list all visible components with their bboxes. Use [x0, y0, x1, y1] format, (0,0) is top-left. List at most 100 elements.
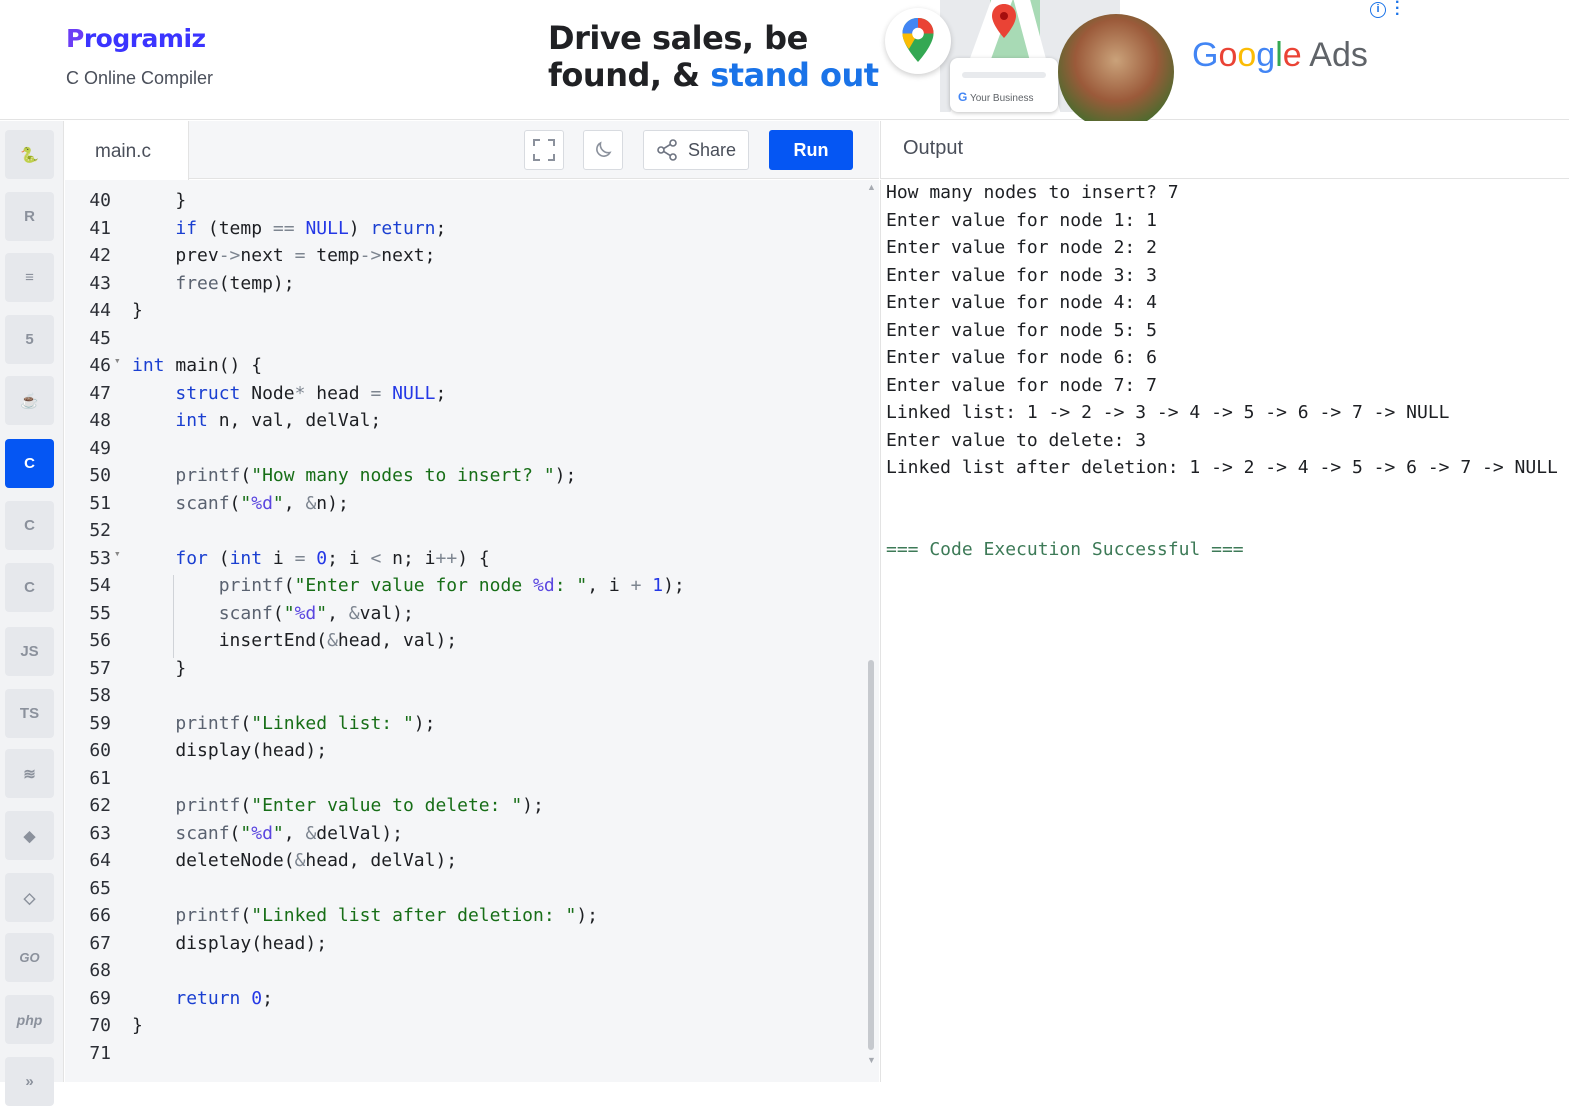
- code-line[interactable]: 66 printf("Linked list after deletion: "…: [65, 905, 865, 932]
- code-line[interactable]: 70}: [65, 1015, 865, 1042]
- sidebar-lang-php[interactable]: php: [5, 995, 54, 1044]
- code-text: int n, val, delVal;: [175, 410, 382, 431]
- sidebar-lang-js[interactable]: JS: [5, 627, 54, 676]
- code-line[interactable]: 61: [65, 768, 865, 795]
- code-line[interactable]: 53 ▾ for (int i = 0; i < n; i++) {: [65, 547, 865, 575]
- sidebar-lang-cpp[interactable]: C: [5, 501, 54, 550]
- code-line[interactable]: 62 printf("Enter value to delete: ");: [65, 795, 865, 822]
- programiz-logo[interactable]: Programiz: [66, 24, 206, 53]
- code-line[interactable]: 63 scanf("%d", &delVal);: [65, 823, 865, 850]
- code-line[interactable]: 55 scanf("%d", &val);: [65, 603, 865, 630]
- cpp-icon: C: [24, 517, 35, 534]
- ad-headline-line1: Drive sales, be: [548, 19, 808, 57]
- code-text: }: [132, 657, 187, 679]
- code-line[interactable]: 46 ▾ int main() {: [65, 354, 865, 382]
- code-text: scanf("%d", &delVal);: [175, 822, 403, 844]
- sidebar-lang-go[interactable]: GO: [5, 933, 54, 982]
- ad-info-icon[interactable]: i: [1370, 2, 1386, 18]
- code-text: printf("Enter value for node %d: ", i + …: [218, 575, 685, 596]
- google-maps-icon: [885, 8, 951, 74]
- code-line[interactable]: 54 printf("Enter value for node %d: ", i…: [65, 575, 865, 602]
- code-line[interactable]: 49: [65, 438, 865, 465]
- line-number: 51: [89, 492, 111, 514]
- code-text: free(temp);: [175, 272, 295, 294]
- sidebar-lang-java[interactable]: ☕: [5, 376, 54, 425]
- code-text: deleteNode(&head, delVal);: [132, 850, 458, 871]
- java-icon: ☕: [20, 392, 39, 410]
- code-text: int main() {: [132, 355, 263, 376]
- ad-photo: [1058, 14, 1174, 130]
- code-line[interactable]: 67 display(head);: [65, 933, 865, 960]
- sidebar-lang-html[interactable]: 5: [5, 315, 54, 364]
- sidebar-lang-dart[interactable]: ◆: [5, 811, 54, 860]
- line-number: 65: [89, 877, 111, 899]
- fold-arrow-icon[interactable]: ▾: [114, 354, 121, 367]
- line-number: 69: [89, 987, 111, 1009]
- code-editor[interactable]: 40 } 41 if (temp == NULL) return; 42 prev-…: [65, 180, 879, 1082]
- code-line[interactable]: 42 prev->next = temp->next;: [65, 245, 865, 272]
- code-line[interactable]: 60 display(head);: [65, 740, 865, 767]
- sidebar-lang-rust[interactable]: ◇: [5, 873, 54, 922]
- ad-headline-line2-a: found, &: [548, 56, 711, 94]
- output-line: How many nodes to insert? 7: [886, 182, 1179, 203]
- ad-headline-line2: found, & stand out: [548, 57, 879, 94]
- code-line[interactable]: 41 if (temp == NULL) return;: [65, 218, 865, 245]
- code-line[interactable]: 51 scanf("%d", &n);: [65, 493, 865, 520]
- line-number: 45: [89, 327, 111, 349]
- line-number: 48: [89, 410, 111, 431]
- code-line[interactable]: 69 return 0;: [65, 988, 865, 1015]
- line-number: 63: [89, 822, 111, 844]
- editor-scrollbar-thumb[interactable]: [868, 660, 874, 1050]
- code-text: insertEnd(&head, val);: [132, 630, 458, 651]
- code-line[interactable]: 64 deleteNode(&head, delVal);: [65, 850, 865, 877]
- line-number: 46: [89, 355, 111, 376]
- site-header: Programiz C Online Compiler Drive sales,…: [0, 0, 1569, 130]
- logo-text: rogramiz: [83, 24, 206, 53]
- code-text: }: [132, 1015, 143, 1036]
- code-line[interactable]: 43 free(temp);: [65, 273, 865, 300]
- sidebar-lang-swift[interactable]: ≋: [5, 749, 54, 798]
- code-line[interactable]: 59 printf("Linked list: ");: [65, 713, 865, 740]
- scroll-down-icon[interactable]: ▼: [867, 1055, 876, 1065]
- sidebar-lang-sql[interactable]: ≡: [5, 253, 54, 302]
- dark-mode-button[interactable]: [583, 130, 623, 170]
- line-number: 70: [89, 1015, 111, 1036]
- line-number: 62: [89, 795, 111, 816]
- language-sidebar: 🐍 R ≡ 5 ☕ C C C JS TS ≋ ◆ ◇ GO php»: [0, 121, 64, 1106]
- code-text: if (temp == NULL) return;: [175, 217, 447, 239]
- line-number: 54: [89, 575, 111, 596]
- code-line[interactable]: 47 struct Node* head = NULL;: [65, 383, 865, 410]
- ad-menu-icon[interactable]: · · ·: [1395, 0, 1401, 23]
- sidebar-lang-c[interactable]: C: [5, 439, 54, 488]
- output-console: How many nodes to insert? 7 Enter value f…: [880, 180, 1569, 1082]
- line-number: 47: [89, 382, 111, 404]
- code-line[interactable]: 45: [65, 328, 865, 355]
- code-text: printf("How many nodes to insert? ");: [175, 465, 577, 486]
- sidebar-lang-r[interactable]: R: [5, 192, 54, 241]
- code-line[interactable]: 52: [65, 520, 865, 547]
- code-line[interactable]: 48 int n, val, delVal;: [65, 410, 865, 437]
- code-line[interactable]: 68: [65, 960, 865, 987]
- output-line: Linked list: 1 -> 2 -> 3 -> 4 -> 5 -> 6 …: [886, 402, 1450, 423]
- code-line[interactable]: 58: [65, 685, 865, 712]
- sidebar-lang-csharp[interactable]: C: [5, 563, 54, 612]
- sidebar-lang-ts[interactable]: TS: [5, 689, 54, 738]
- code-line[interactable]: 40 }: [65, 190, 865, 217]
- line-number: 44: [89, 300, 111, 321]
- code-line[interactable]: 50 printf("How many nodes to insert? ");: [65, 465, 865, 492]
- code-line[interactable]: 71: [65, 1043, 865, 1070]
- share-icon: [657, 139, 677, 161]
- run-button[interactable]: Run: [769, 130, 853, 170]
- code-line[interactable]: 44}: [65, 300, 865, 327]
- line-number: 56: [89, 630, 111, 651]
- file-tab-main-c[interactable]: main.c: [65, 121, 189, 180]
- code-line[interactable]: 57 }: [65, 658, 865, 685]
- code-line[interactable]: 56 insertEnd(&head, val);: [65, 630, 865, 657]
- sidebar-lang-python[interactable]: 🐍: [5, 130, 54, 179]
- fullscreen-button[interactable]: [524, 130, 564, 170]
- code-line[interactable]: 65: [65, 878, 865, 905]
- scroll-up-icon[interactable]: ▲: [867, 182, 876, 192]
- share-button[interactable]: Share: [643, 130, 749, 170]
- ad-banner[interactable]: Drive sales, be found, & stand out G You…: [540, 0, 1410, 130]
- fold-arrow-icon[interactable]: ▾: [114, 547, 121, 560]
